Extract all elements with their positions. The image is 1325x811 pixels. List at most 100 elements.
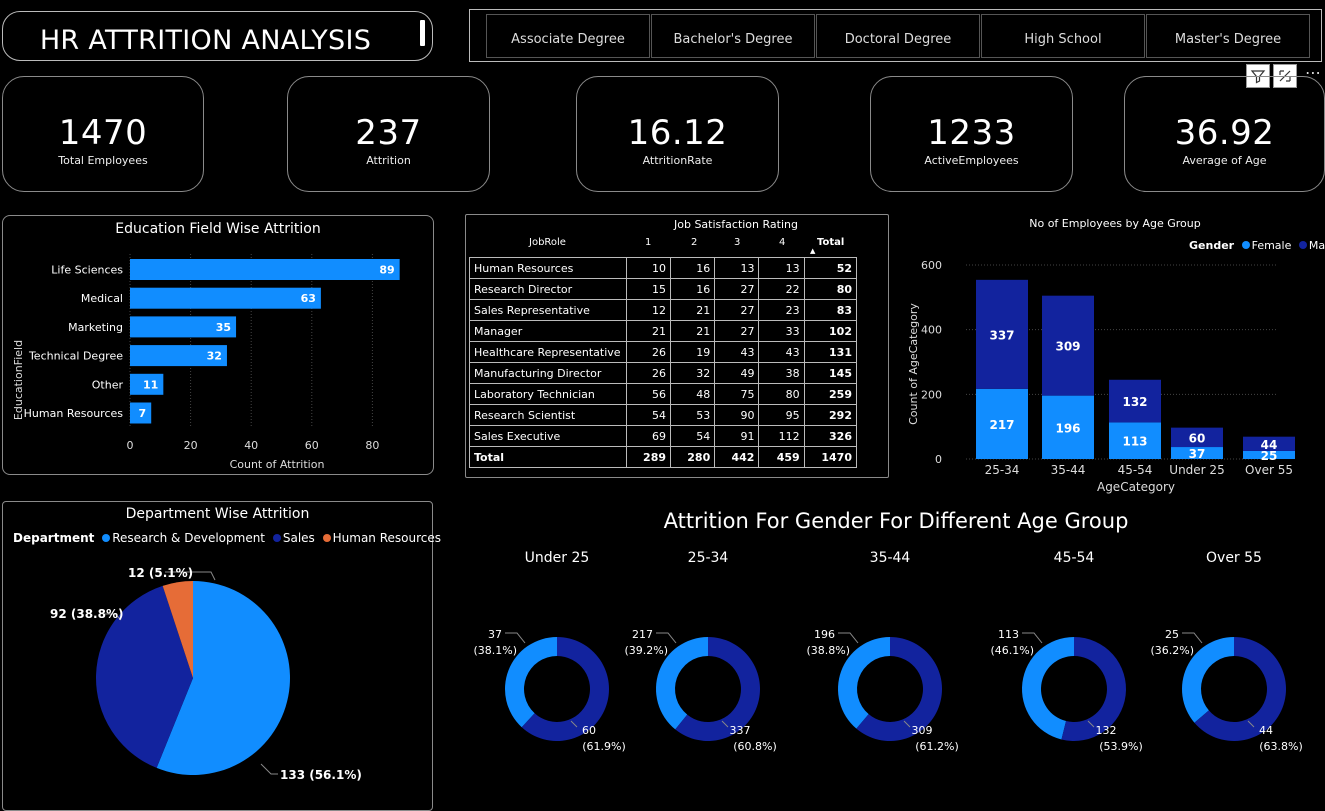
- table-header: JobRole 1 2 3 4 Total ▲: [469, 234, 857, 255]
- donut-label-female-count: 217: [632, 628, 653, 641]
- cell-value: 26: [625, 341, 672, 363]
- y-tick-label: 0: [935, 453, 942, 466]
- cell-value: 90: [714, 404, 760, 426]
- donut-label-male-pct: (61.9%): [582, 740, 626, 753]
- data-label: 217: [989, 418, 1014, 432]
- gender-donut-charts[interactable]: Under 25 37 (38.1%) 60 (61.9%) 25-34 217 (39.2%…: [460, 505, 1325, 811]
- donut-label-male-count: 44: [1259, 724, 1273, 737]
- dashboard-title: HR ATTRITION ANALYSIS: [39, 25, 372, 56]
- leader-line: [1022, 632, 1043, 644]
- donut-label-female-pct: (36.2%): [1150, 644, 1194, 657]
- col-header-jobrole[interactable]: JobRole: [529, 237, 566, 248]
- y-tick-label: Life Sciences: [51, 264, 123, 277]
- kpi-label: Attrition: [366, 154, 411, 167]
- data-label: 337: [989, 328, 1014, 342]
- slicer-doctoral-degree[interactable]: Doctoral Degree: [816, 14, 980, 58]
- col-header-4[interactable]: 4: [779, 237, 785, 248]
- cell-total: 292: [803, 404, 858, 426]
- education-bar-chart[interactable]: EducationField Count of Attrition 0 20 40 6…: [3, 216, 433, 474]
- cell-value: 22: [758, 278, 805, 300]
- donut-label-male-pct: (61.2%): [915, 740, 959, 753]
- leader-line: [505, 632, 526, 644]
- table-total-row[interactable]: Total 289 280 442 459 1470: [469, 446, 858, 468]
- slice-label-rd: 133 (56.1%): [280, 768, 362, 782]
- leader-line: [1182, 632, 1203, 644]
- cell-jobrole: Sales Executive: [469, 425, 627, 447]
- leader-line: [838, 632, 859, 644]
- col-header-1[interactable]: 1: [645, 237, 651, 248]
- donut-title: 35-44: [870, 550, 911, 566]
- kpi-label: Average of Age: [1182, 154, 1267, 167]
- donut-label-male-pct: (53.9%): [1099, 740, 1143, 753]
- education-field-chart-panel: Education Field Wise Attrition Education…: [2, 215, 434, 475]
- data-label: 113: [1122, 435, 1147, 449]
- cell-value: 49: [714, 362, 760, 384]
- col-header-3[interactable]: 3: [734, 237, 740, 248]
- table-row[interactable]: Manufacturing Director 26 32 49 38 145: [469, 362, 858, 384]
- donut-label-male-count: 309: [912, 724, 933, 737]
- table-row[interactable]: Healthcare Representative 26 19 43 43 131: [469, 341, 858, 363]
- cell-value: 21: [625, 320, 672, 342]
- col-header-2[interactable]: 2: [691, 237, 697, 248]
- x-axis-label: Count of Attrition: [230, 458, 325, 471]
- cell-total: 83: [803, 299, 858, 321]
- cell-value: 56: [625, 383, 672, 405]
- y-tick-label: Medical: [81, 292, 123, 305]
- table-row[interactable]: Sales Executive 69 54 91 112 326: [469, 425, 858, 447]
- donut-label-male-count: 60: [582, 724, 596, 737]
- cell-total: 102: [803, 320, 858, 342]
- cell-value: 75: [714, 383, 760, 405]
- cell-jobrole: Sales Representative: [469, 299, 627, 321]
- col-header-total[interactable]: Total: [817, 237, 844, 248]
- donut-label-male-count: 132: [1096, 724, 1117, 737]
- cell-value: 43: [758, 341, 805, 363]
- data-label: 37: [1189, 447, 1206, 461]
- cell-value: 54: [625, 404, 672, 426]
- bar[interactable]: [130, 287, 321, 309]
- table-row[interactable]: Laboratory Technician 56 48 75 80 259: [469, 383, 858, 405]
- cell-value: 21: [670, 299, 716, 321]
- donut-label-female-pct: (38.8%): [806, 644, 850, 657]
- bar[interactable]: [130, 259, 400, 280]
- cell-total: 259: [803, 383, 858, 405]
- job-satisfaction-table: Human Resources 10 16 13 13 52 Research Direct…: [469, 257, 858, 468]
- cell-jobrole: Human Resources: [469, 257, 627, 279]
- y-tick-label: Technical Degree: [28, 350, 123, 363]
- cell-total: 80: [803, 278, 858, 300]
- slicer-associate-degree[interactable]: Associate Degree: [486, 14, 650, 58]
- slicer-bachelors-degree[interactable]: Bachelor's Degree: [651, 14, 815, 58]
- department-chart-panel: Department Wise Attrition Department Res…: [2, 501, 441, 811]
- slicer-masters-degree[interactable]: Master's Degree: [1146, 14, 1310, 58]
- data-label: 32: [207, 350, 222, 363]
- y-tick-label: Marketing: [68, 321, 123, 334]
- y-tick-label: 400: [921, 324, 942, 337]
- cell-value: 112: [758, 425, 805, 447]
- slice-label-hr: 12 (5.1%): [128, 566, 193, 580]
- age-group-chart-panel: No of Employees by Age Group Gender Fema…: [895, 210, 1325, 500]
- text-cursor: [420, 20, 425, 46]
- cell-value: 16: [670, 278, 716, 300]
- department-pie-chart[interactable]: 12 (5.1%) 92 (38.8%) 133 (56.1%): [3, 502, 432, 810]
- table-row[interactable]: Sales Representative 12 21 27 23 83: [469, 299, 858, 321]
- data-label: 11: [143, 378, 158, 391]
- cell-value: 23: [758, 299, 805, 321]
- x-tick-label: 20: [184, 439, 198, 452]
- slicer-high-school[interactable]: High School: [981, 14, 1145, 58]
- table-row[interactable]: Research Scientist 54 53 90 95 292: [469, 404, 858, 426]
- donut-title: 45-54: [1054, 550, 1095, 566]
- x-tick-label: 45-54: [1118, 463, 1153, 477]
- slice-label-sales: 92 (38.8%): [50, 607, 123, 621]
- x-tick-label: Under 25: [1169, 463, 1224, 477]
- cell-total: 1470: [803, 446, 858, 468]
- donut-label-male-pct: (63.8%): [1259, 740, 1303, 753]
- donut-label-female-count: 113: [998, 628, 1019, 641]
- table-row[interactable]: Research Director 15 16 27 22 80: [469, 278, 858, 300]
- donut-title: Under 25: [525, 550, 590, 566]
- table-row[interactable]: Human Resources 10 16 13 13 52: [469, 257, 858, 279]
- data-label: 35: [216, 321, 231, 334]
- cell-jobrole: Research Director: [469, 278, 627, 300]
- kpi-value: 16.12: [627, 113, 728, 153]
- gender-age-section: Attrition For Gender For Different Age G…: [460, 505, 1325, 811]
- table-row[interactable]: Manager 21 21 27 33 102: [469, 320, 858, 342]
- age-stacked-bar-chart[interactable]: Count of AgeCategory AgeCategory 0 200 400…: [895, 210, 1325, 500]
